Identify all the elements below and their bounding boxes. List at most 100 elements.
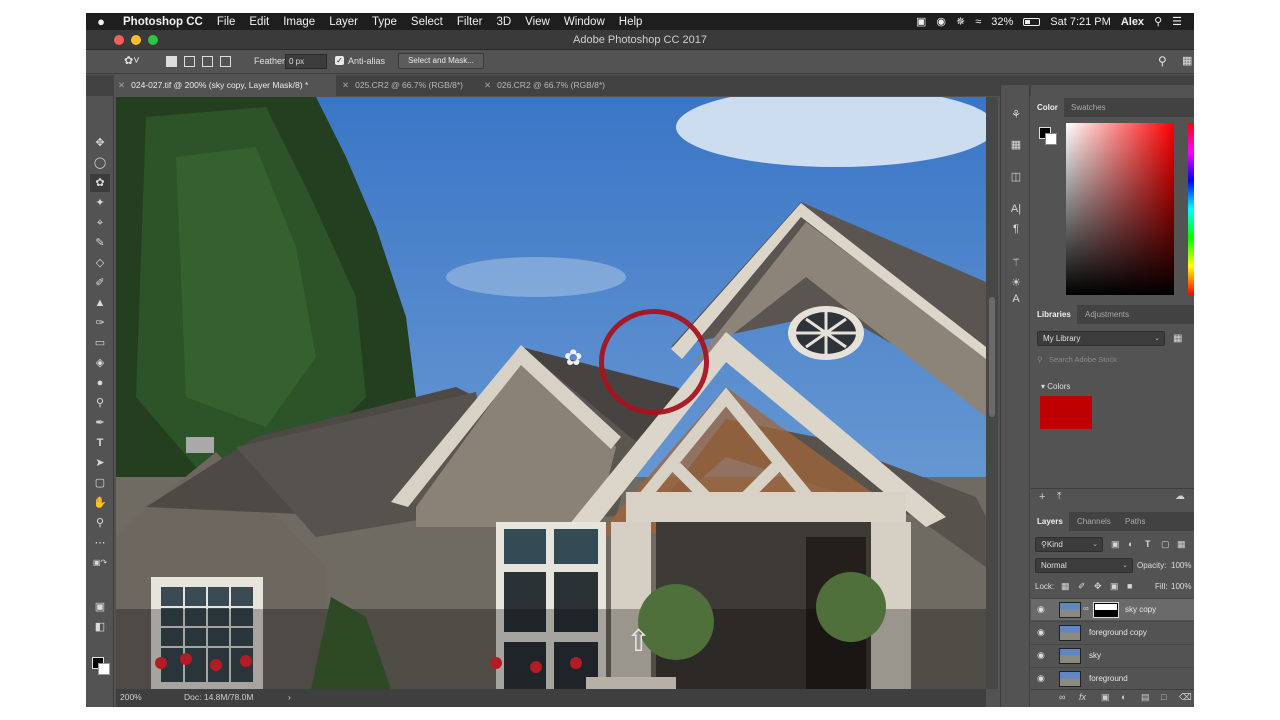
menu-view[interactable]: View (518, 16, 557, 28)
properties-icon[interactable]: ▦ (1008, 137, 1024, 153)
filter-shape-icon[interactable]: ▢ (1161, 539, 1170, 550)
tab-024-027[interactable]: ✕ 024-027.tif @ 200% (sky copy, Layer Mas… (114, 75, 336, 96)
rectangle-tool-icon[interactable]: ▢ (90, 474, 110, 492)
grid-view-icon[interactable]: ▦ (1173, 333, 1182, 344)
menu-file[interactable]: File (210, 16, 243, 28)
more-tools-icon[interactable]: ⋯ (90, 534, 110, 552)
notification-icon[interactable]: ☰ (1172, 15, 1182, 28)
fill-value[interactable]: 100% (1171, 582, 1191, 591)
antialias-checkbox[interactable]: ✓ (335, 56, 344, 65)
new-selection-icon[interactable] (166, 56, 177, 67)
adjustment-layer-icon[interactable]: ◐ (1121, 692, 1126, 702)
opacity-value[interactable]: 100% (1171, 561, 1191, 570)
move-tool-icon[interactable]: ✥ (90, 134, 110, 152)
paragraph-icon[interactable]: ¶ (1008, 221, 1024, 237)
menu-type[interactable]: Type (365, 16, 404, 28)
visibility-eye-icon[interactable]: ◉ (1037, 650, 1045, 661)
bluetooth-icon[interactable]: ✵ (956, 15, 965, 28)
tab-paths[interactable]: Paths (1119, 512, 1151, 531)
fx-icon[interactable]: fx (1079, 692, 1086, 702)
tab-swatches[interactable]: Swatches (1065, 98, 1112, 117)
link-layers-icon[interactable]: ∞ (1059, 692, 1065, 702)
lock-transparent-icon[interactable]: ▦ (1061, 581, 1070, 592)
hue-slider[interactable] (1188, 123, 1194, 295)
zoom-level[interactable]: 200% (120, 692, 142, 702)
trash-icon[interactable]: ⌫ (1179, 692, 1192, 703)
healing-brush-tool-icon[interactable]: ◇ (90, 254, 110, 272)
history-icon[interactable]: ⚘ (1008, 107, 1024, 123)
background-color-swatch[interactable] (98, 663, 110, 675)
group-icon[interactable]: ▤ (1141, 692, 1150, 703)
menu-image[interactable]: Image (276, 16, 322, 28)
vertical-scrollbar[interactable] (986, 97, 998, 689)
zoom-tool-icon[interactable]: ⚲ (90, 514, 110, 532)
character-icon[interactable]: A| (1008, 201, 1024, 217)
spotlight-icon[interactable]: ⚲ (1154, 15, 1162, 28)
apple-menu-icon[interactable]: ● (86, 14, 116, 29)
clone-stamp-tool-icon[interactable]: ▲ (90, 294, 110, 312)
lock-artboard-icon[interactable]: ▣ (1110, 581, 1119, 592)
adobe-stock-search[interactable]: ⚲ Search Adobe Stock (1037, 355, 1187, 369)
visibility-eye-icon[interactable]: ◉ (1037, 627, 1045, 638)
subtract-selection-icon[interactable] (202, 56, 213, 67)
filter-adjustment-icon[interactable]: ◐ (1128, 539, 1133, 549)
tab-layers[interactable]: Layers (1031, 512, 1069, 531)
close-tab-icon[interactable]: ✕ (484, 80, 491, 90)
search-icon[interactable]: ⚲ (1158, 54, 1167, 68)
feather-input[interactable] (285, 54, 327, 69)
tab-channels[interactable]: Channels (1071, 512, 1117, 531)
new-layer-icon[interactable]: □ (1161, 692, 1166, 702)
polygonal-lasso-tool-icon[interactable]: ✿ (90, 174, 110, 192)
filter-type-icon[interactable]: T (1145, 539, 1151, 549)
eyedropper-tool-icon[interactable]: ✎ (90, 234, 110, 252)
lock-all-icon[interactable]: ■ (1127, 581, 1132, 591)
layer-row[interactable]: ◉ sky (1031, 644, 1194, 666)
camera-icon[interactable]: ▣ (916, 15, 926, 28)
user-menu[interactable]: Alex (1121, 16, 1144, 28)
battery-icon[interactable] (1023, 17, 1041, 26)
brush-tool-icon[interactable]: ✐ (90, 274, 110, 292)
hand-tool-icon[interactable]: ✋ (90, 494, 110, 512)
blur-tool-icon[interactable]: ● (90, 374, 110, 392)
add-mask-icon[interactable]: ▣ (1101, 692, 1110, 703)
pen-tool-icon[interactable]: ✒ (90, 414, 110, 432)
layer-row[interactable]: ◉ ∞ sky copy (1031, 598, 1194, 620)
document-canvas[interactable]: ✿ ⇧ (116, 97, 986, 689)
quick-mask-icon[interactable]: ▣ (90, 598, 110, 616)
close-tab-icon[interactable]: ✕ (118, 80, 125, 90)
menu-photoshop[interactable]: Photoshop CC (116, 16, 210, 28)
menu-select[interactable]: Select (404, 16, 450, 28)
tab-025[interactable]: ✕ 025.CR2 @ 66.7% (RGB/8*) (342, 75, 478, 96)
add-icon[interactable]: + (1039, 491, 1045, 503)
layer-mask-thumbnail[interactable] (1093, 602, 1119, 618)
glyphs-icon[interactable]: ⚚ (1008, 255, 1024, 271)
layer-row[interactable]: ◉ foreground (1031, 667, 1194, 689)
tab-color[interactable]: Color (1031, 98, 1064, 117)
crop-tool-icon[interactable]: ⌖ (90, 214, 110, 232)
type-tool-icon[interactable]: T (90, 434, 110, 452)
tab-adjustments[interactable]: Adjustments (1079, 305, 1135, 324)
menu-edit[interactable]: Edit (242, 16, 276, 28)
history-brush-tool-icon[interactable]: ✑ (90, 314, 110, 332)
link-icon[interactable]: ∞ (1083, 604, 1089, 613)
library-color-swatch[interactable] (1040, 396, 1092, 429)
lock-image-icon[interactable]: ✐ (1078, 581, 1086, 592)
visibility-eye-icon[interactable]: ◉ (1037, 673, 1045, 684)
menu-filter[interactable]: Filter (450, 16, 490, 28)
record-icon[interactable]: ◉ (936, 15, 946, 28)
lasso-tool-preset-icon[interactable]: ✿˅ (124, 54, 140, 67)
filter-pixel-icon[interactable]: ▣ (1111, 539, 1120, 550)
eraser-tool-icon[interactable]: ▭ (90, 334, 110, 352)
layer-row[interactable]: ◉ foreground copy (1031, 621, 1194, 643)
color-background-swatch[interactable] (1045, 133, 1057, 145)
add-selection-icon[interactable] (184, 56, 195, 67)
workspace-icon[interactable]: ▦ (1182, 54, 1192, 67)
menu-3d[interactable]: 3D (489, 16, 518, 28)
colors-section-header[interactable]: ▾ Colors (1041, 382, 1070, 391)
tab-libraries[interactable]: Libraries (1031, 305, 1077, 324)
close-tab-icon[interactable]: ✕ (342, 80, 349, 90)
visibility-eye-icon[interactable]: ◉ (1037, 604, 1045, 615)
creative-cloud-icon[interactable]: ☁ (1175, 491, 1185, 502)
brush-settings-icon[interactable]: ◫ (1008, 169, 1024, 185)
clock[interactable]: Sat 7:21 PM (1050, 16, 1111, 28)
